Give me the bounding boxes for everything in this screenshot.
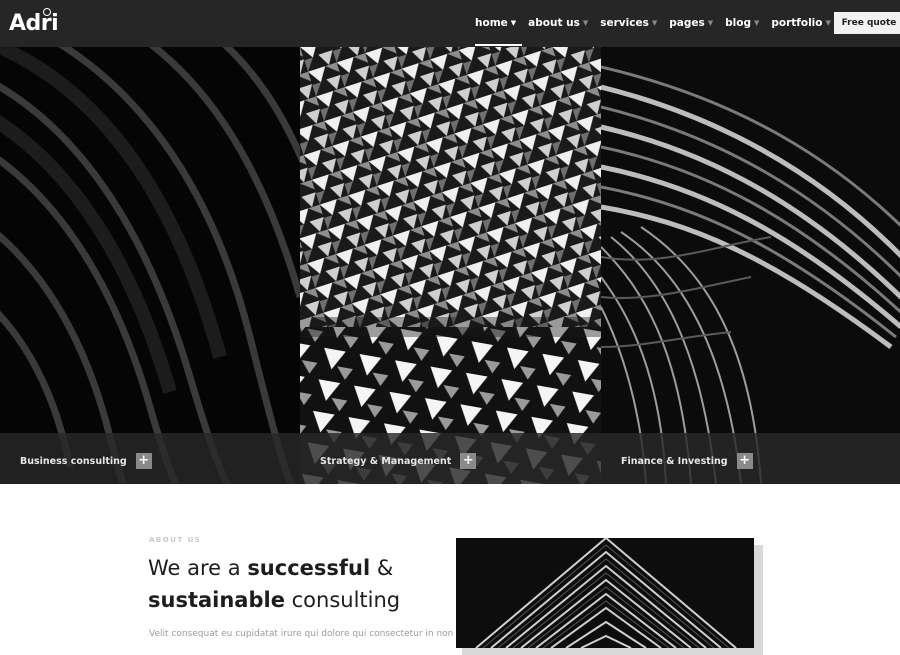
caption-label: Business consulting: [20, 455, 127, 467]
free-quote-button[interactable]: Free quote: [834, 12, 900, 34]
chevron-down-icon: ▼: [825, 19, 831, 27]
chevron-down-icon: ▼: [510, 19, 517, 27]
plus-button[interactable]: +: [736, 453, 753, 469]
chevron-down-icon: ▼: [707, 19, 714, 27]
hero-panel-finance[interactable]: Finance & Investing +: [601, 47, 900, 484]
main-nav: home ▼ about us ▼ services ▼ pages ▼ blo…: [475, 17, 892, 46]
about-image: [456, 538, 754, 648]
plus-button[interactable]: +: [135, 453, 152, 469]
nav-item-blog[interactable]: blog ▼: [725, 17, 759, 29]
caption: Finance & Investing +: [621, 453, 753, 469]
caption-bar: Finance & Investing +: [601, 433, 900, 484]
about-heading: We are a successful & sustainable consul…: [148, 552, 448, 616]
about-body: Velit consequat eu cupidatat irure qui d…: [149, 629, 454, 639]
abstract-arch-image: [601, 47, 900, 484]
nav-item-portfolio[interactable]: portfolio ▼: [771, 17, 831, 29]
chevron-down-icon: ▼: [582, 19, 589, 27]
heading-bold: successful: [247, 556, 371, 580]
abstract-curves-image: [0, 47, 300, 484]
nav-label: blog: [725, 17, 751, 29]
hero-panel-strategy[interactable]: Strategy & Management +: [300, 47, 601, 484]
hero-panels: Business consulting + Strategy & Managem…: [0, 47, 900, 484]
section-tag: ABOUT US: [149, 536, 202, 544]
caption-bar: Strategy & Management +: [300, 433, 601, 484]
nav-item-about-us[interactable]: about us ▼: [528, 17, 588, 29]
logo[interactable]: Adri: [9, 11, 59, 36]
caption: Business consulting +: [20, 453, 152, 469]
site-header: Adri home ▼ about us ▼ services ▼ pages …: [0, 0, 900, 47]
plus-button[interactable]: +: [460, 453, 477, 469]
building-chevrons-image: [456, 538, 754, 648]
heading-text: &: [370, 556, 394, 580]
heading-text: We are a: [148, 556, 248, 580]
nav-item-services[interactable]: services ▼: [600, 17, 657, 29]
nav-label: about us: [528, 17, 580, 29]
caption-label: Strategy & Management: [320, 455, 452, 467]
heading-bold: sustainable: [148, 588, 285, 612]
abstract-facets-image: [300, 47, 601, 484]
nav-label: home: [475, 17, 508, 29]
nav-item-pages[interactable]: pages ▼: [669, 17, 713, 29]
chevron-down-icon: ▼: [651, 19, 658, 27]
caption-label: Finance & Investing: [621, 455, 728, 467]
heading-text: consulting: [284, 588, 401, 612]
nav-item-home[interactable]: home ▼: [475, 17, 523, 46]
chevron-down-icon: ▼: [753, 19, 760, 27]
nav-label: portfolio: [771, 17, 823, 29]
hero-panel-business[interactable]: Business consulting +: [0, 47, 300, 484]
logo-mark-icon: [43, 8, 51, 16]
caption: Strategy & Management +: [320, 453, 477, 469]
nav-label: pages: [669, 17, 705, 29]
caption-bar: Business consulting +: [0, 433, 300, 484]
nav-label: services: [600, 17, 649, 29]
